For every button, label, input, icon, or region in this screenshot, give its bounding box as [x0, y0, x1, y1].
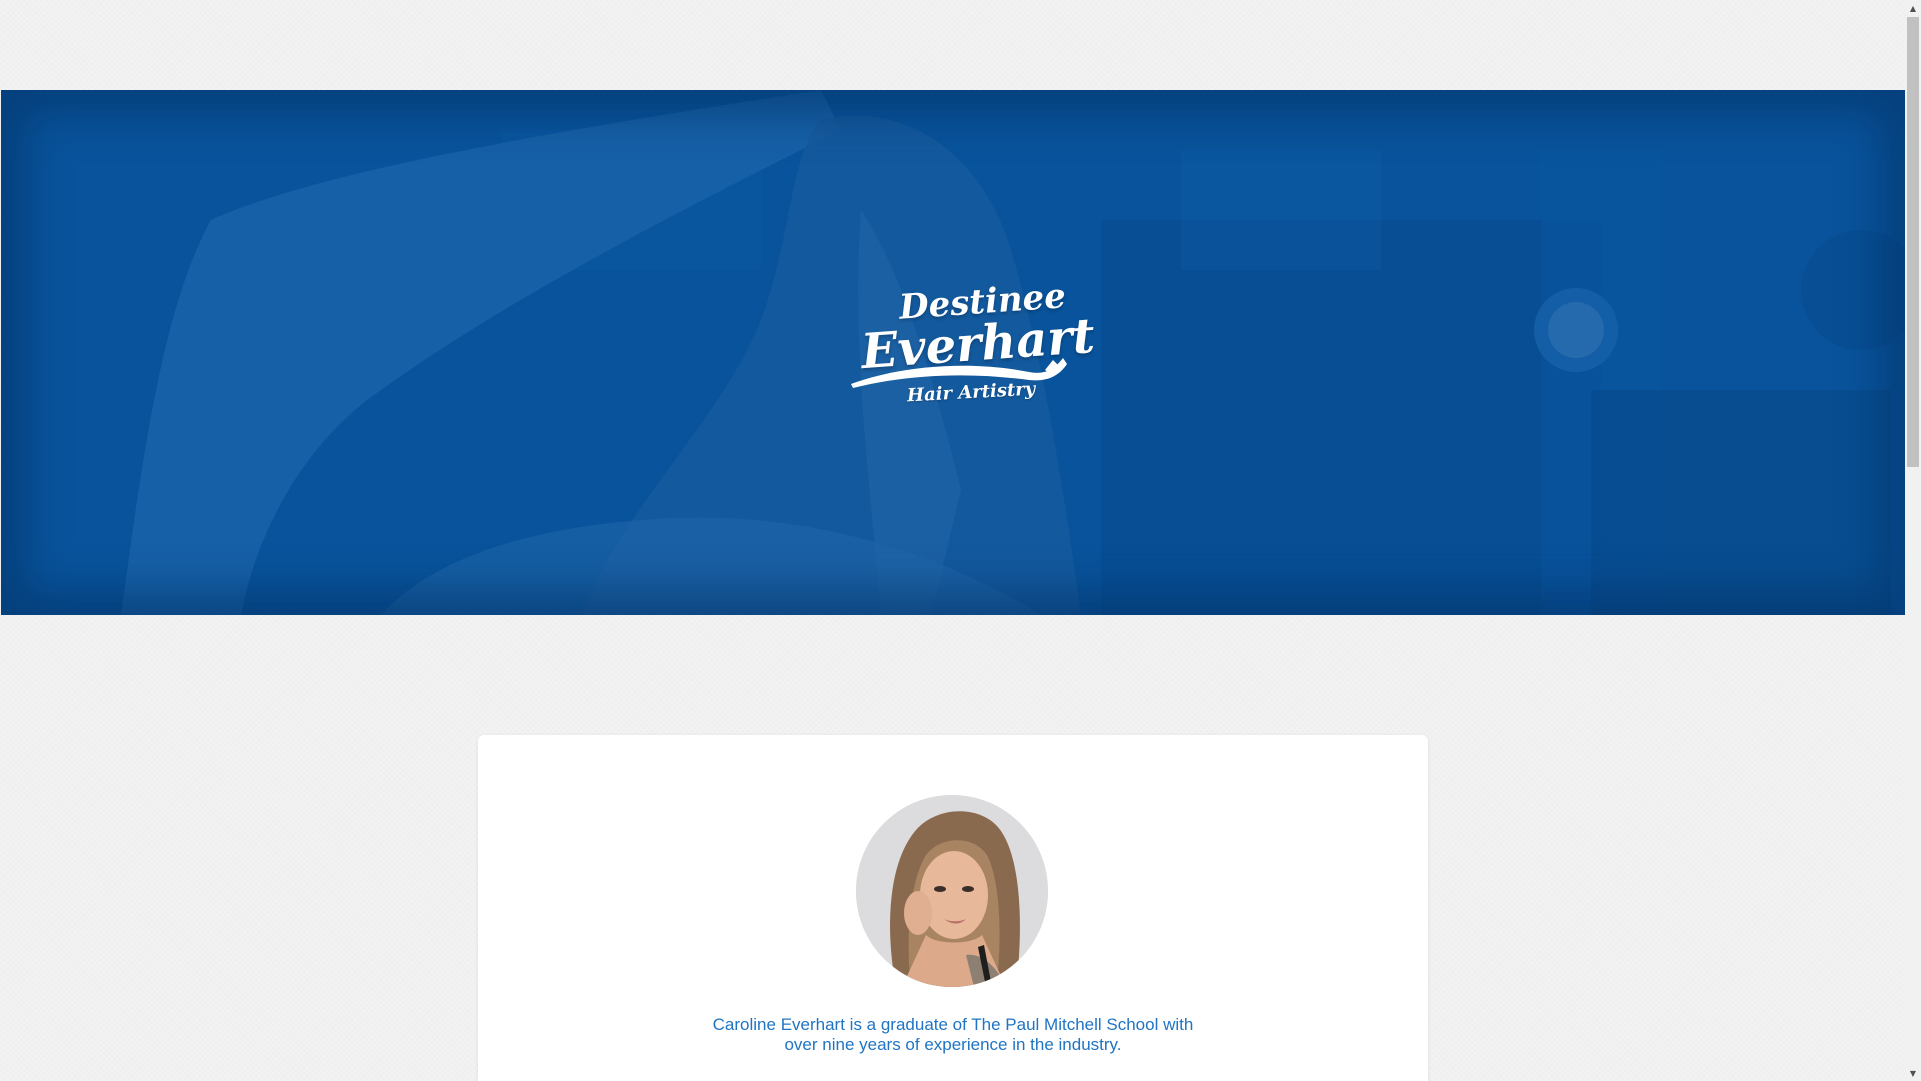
scroll-up-arrow-icon[interactable]: ▲ [1905, 0, 1921, 16]
hero-banner: Destinee Everhart Hair Artistry [1, 90, 1905, 615]
scroll-down-arrow-icon[interactable]: ▼ [1905, 1065, 1921, 1081]
profile-photo [856, 795, 1048, 987]
bio-line-1: Caroline Everhart is a graduate of The P… [712, 1015, 1194, 1034]
page: Destinee Everhart Hair Artistry Caroline… [0, 0, 1921, 1081]
vertical-scrollbar[interactable]: ▲ ▼ [1905, 0, 1921, 1081]
bio-text: Caroline Everhart is a graduate of The P… [678, 1015, 1228, 1055]
profile-photo-image [856, 795, 1048, 987]
brand-logo[interactable]: Destinee Everhart Hair Artistry [849, 276, 1096, 416]
about-card: Caroline Everhart is a graduate of The P… [478, 735, 1428, 1081]
bio-line-2: over nine years of experience in the ind… [784, 1035, 1122, 1054]
scrollbar-thumb[interactable] [1907, 17, 1919, 467]
